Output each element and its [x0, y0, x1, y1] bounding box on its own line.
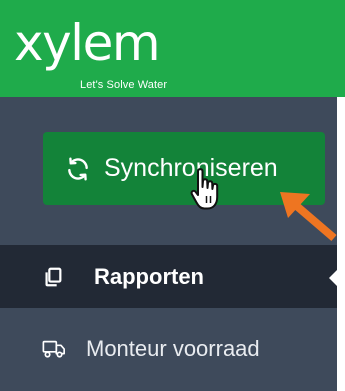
active-indicator [329, 270, 337, 286]
nav-item-label: Monteur voorraad [86, 336, 260, 361]
nav-item-monteur-voorraad[interactable]: Monteur voorraad [0, 324, 337, 374]
orange-arrow-icon [274, 186, 338, 242]
hand-cursor-icon [188, 167, 226, 213]
truck-icon [42, 338, 66, 360]
xylem-logo[interactable]: xylem [14, 18, 161, 68]
copy-icon [42, 266, 64, 288]
nav-item-rapporten[interactable]: Rapporten [0, 245, 337, 308]
logo-tagline: Let's Solve Water [80, 79, 168, 91]
refresh-icon [65, 156, 91, 182]
nav-item-label: Rapporten [94, 263, 204, 289]
app-header: xylem Let's Solve Water [0, 0, 345, 97]
